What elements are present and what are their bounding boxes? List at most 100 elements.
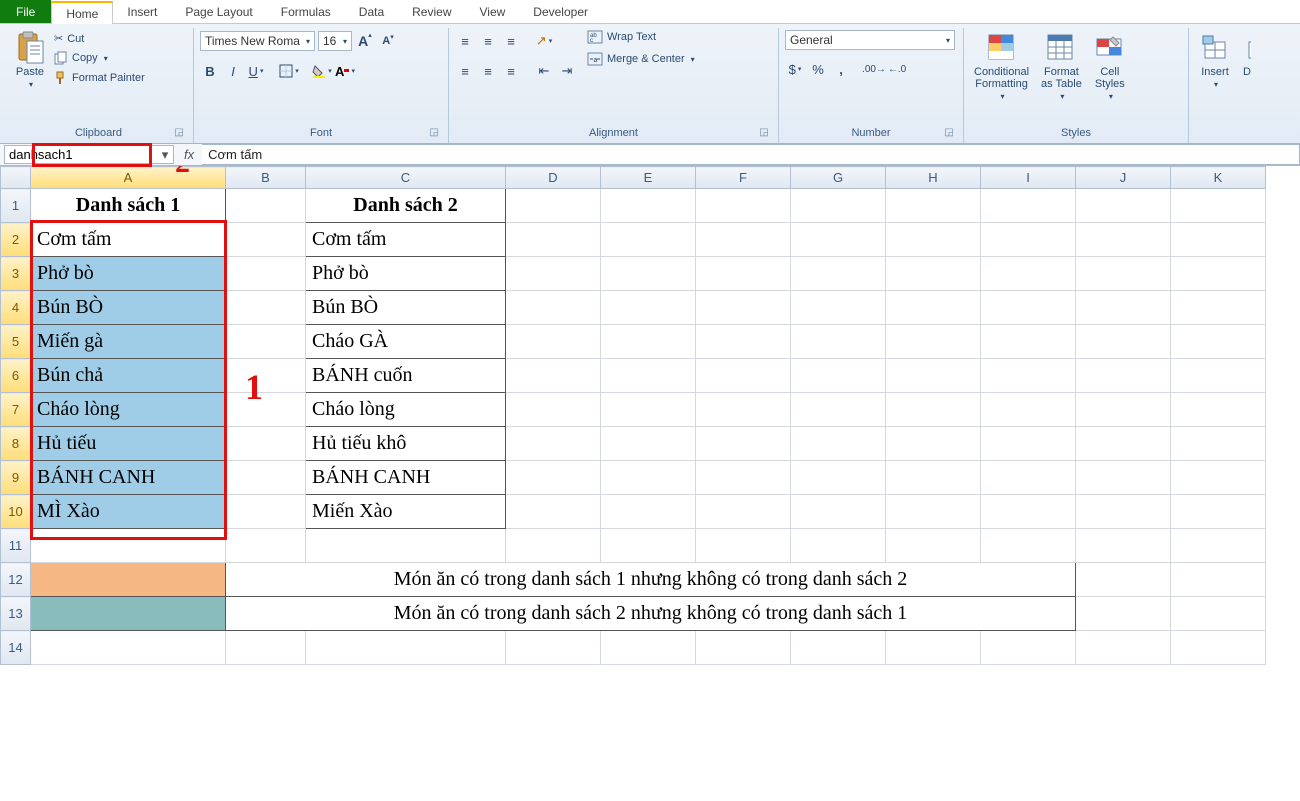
cell-A4[interactable]: Bún BÒ [31, 291, 226, 325]
cell-B1[interactable] [226, 189, 306, 223]
cell-A13[interactable] [31, 597, 226, 631]
tab-insert[interactable]: Insert [113, 0, 171, 23]
cell-J13[interactable] [1076, 597, 1171, 631]
cell-J4[interactable] [1076, 291, 1171, 325]
bold-button[interactable]: B [200, 61, 220, 81]
row-header-7[interactable]: 7 [1, 393, 31, 427]
cell-A11[interactable] [31, 529, 226, 563]
cell-B13[interactable]: Món ăn có trong danh sách 2 nhưng không … [226, 597, 1076, 631]
paste-button[interactable]: Paste ▾ [10, 30, 50, 91]
cell-D5[interactable] [506, 325, 601, 359]
cell-A14[interactable] [31, 631, 226, 665]
cell-H14[interactable] [886, 631, 981, 665]
cell-D3[interactable] [506, 257, 601, 291]
cell-K13[interactable] [1171, 597, 1266, 631]
font-name-select[interactable]: Times New Roma▾ [200, 31, 315, 51]
delete-cells-button[interactable]: D [1239, 30, 1251, 80]
cell-H1[interactable] [886, 189, 981, 223]
col-header-B[interactable]: B [226, 167, 306, 189]
cell-B14[interactable] [226, 631, 306, 665]
cell-I1[interactable] [981, 189, 1076, 223]
conditional-formatting-button[interactable]: Conditional Formatting▾ [970, 30, 1033, 103]
cell-A12[interactable] [31, 563, 226, 597]
cell-D1[interactable] [506, 189, 601, 223]
cell-H3[interactable] [886, 257, 981, 291]
cell-J11[interactable] [1076, 529, 1171, 563]
cell-I4[interactable] [981, 291, 1076, 325]
cell-G4[interactable] [791, 291, 886, 325]
wrap-text-button[interactable]: abc Wrap Text [587, 30, 695, 44]
accounting-button[interactable]: $ [785, 59, 805, 79]
cell-H7[interactable] [886, 393, 981, 427]
cell-D11[interactable] [506, 529, 601, 563]
cell-F4[interactable] [696, 291, 791, 325]
cell-K14[interactable] [1171, 631, 1266, 665]
cell-E10[interactable] [601, 495, 696, 529]
tab-developer[interactable]: Developer [519, 0, 602, 23]
cell-I14[interactable] [981, 631, 1076, 665]
cell-G7[interactable] [791, 393, 886, 427]
align-bottom-button[interactable]: ≡ [501, 31, 521, 51]
row-header-2[interactable]: 2 [1, 223, 31, 257]
cell-K11[interactable] [1171, 529, 1266, 563]
cell-B7[interactable] [226, 393, 306, 427]
select-all-cell[interactable] [1, 167, 31, 189]
cell-H6[interactable] [886, 359, 981, 393]
cell-G10[interactable] [791, 495, 886, 529]
cell-I11[interactable] [981, 529, 1076, 563]
cell-G5[interactable] [791, 325, 886, 359]
cell-D4[interactable] [506, 291, 601, 325]
name-box[interactable]: danhsach1 ▾ [4, 145, 174, 164]
cell-G2[interactable] [791, 223, 886, 257]
cell-J3[interactable] [1076, 257, 1171, 291]
col-header-A[interactable]: A [31, 167, 226, 189]
cell-K7[interactable] [1171, 393, 1266, 427]
dialog-launcher-icon[interactable]: ◲ [758, 127, 770, 139]
cell-F8[interactable] [696, 427, 791, 461]
cell-K12[interactable] [1171, 563, 1266, 597]
cell-A7[interactable]: Cháo lòng [31, 393, 226, 427]
row-header-9[interactable]: 9 [1, 461, 31, 495]
align-right-button[interactable]: ≡ [501, 61, 521, 81]
copy-button[interactable]: Copy ▾ [54, 51, 145, 65]
formula-input[interactable]: Cơm tấm [202, 144, 1300, 165]
cell-F9[interactable] [696, 461, 791, 495]
tab-review[interactable]: Review [398, 0, 465, 23]
cell-A5[interactable]: Miến gà [31, 325, 226, 359]
cell-B8[interactable] [226, 427, 306, 461]
comma-button[interactable]: , [831, 59, 851, 79]
cell-F2[interactable] [696, 223, 791, 257]
decrease-decimal-button[interactable]: ←.0 [887, 59, 907, 79]
percent-button[interactable]: % [808, 59, 828, 79]
cell-B12[interactable]: Món ăn có trong danh sách 1 nhưng không … [226, 563, 1076, 597]
cell-E1[interactable] [601, 189, 696, 223]
cell-J2[interactable] [1076, 223, 1171, 257]
cell-J14[interactable] [1076, 631, 1171, 665]
cell-A9[interactable]: BÁNH CANH [31, 461, 226, 495]
spreadsheet-grid[interactable]: ABCDEFGHIJK1Danh sách 1Danh sách 22Cơm t… [0, 166, 1300, 801]
row-header-11[interactable]: 11 [1, 529, 31, 563]
orientation-button[interactable]: ↗ [534, 31, 554, 51]
cell-C10[interactable]: Miến Xào [306, 495, 506, 529]
cell-I2[interactable] [981, 223, 1076, 257]
cell-I10[interactable] [981, 495, 1076, 529]
decrease-indent-button[interactable]: ⇤ [534, 61, 554, 81]
cell-D6[interactable] [506, 359, 601, 393]
cell-H10[interactable] [886, 495, 981, 529]
row-header-12[interactable]: 12 [1, 563, 31, 597]
cell-J6[interactable] [1076, 359, 1171, 393]
cell-K4[interactable] [1171, 291, 1266, 325]
cell-G8[interactable] [791, 427, 886, 461]
col-header-J[interactable]: J [1076, 167, 1171, 189]
col-header-E[interactable]: E [601, 167, 696, 189]
cell-D8[interactable] [506, 427, 601, 461]
align-top-button[interactable]: ≡ [455, 31, 475, 51]
cell-C9[interactable]: BÁNH CANH [306, 461, 506, 495]
cell-C7[interactable]: Cháo lòng [306, 393, 506, 427]
cell-D10[interactable] [506, 495, 601, 529]
col-header-C[interactable]: C [306, 167, 506, 189]
cell-F14[interactable] [696, 631, 791, 665]
cell-G11[interactable] [791, 529, 886, 563]
row-header-14[interactable]: 14 [1, 631, 31, 665]
tab-data[interactable]: Data [345, 0, 398, 23]
